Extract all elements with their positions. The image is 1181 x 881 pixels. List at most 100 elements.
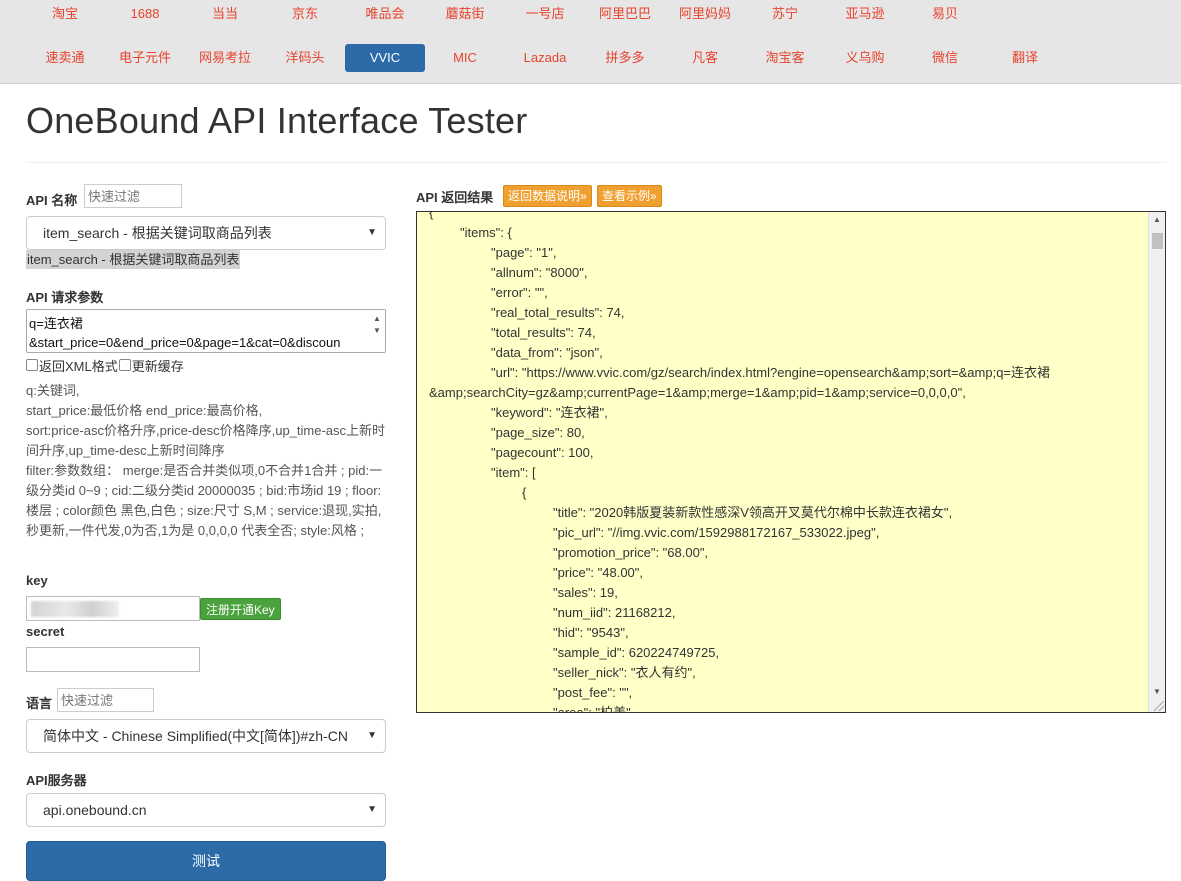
result-line: "url": "https://www.vvic.com/gz/search/i… bbox=[491, 365, 1051, 380]
result-line: "total_results": 74, bbox=[491, 325, 596, 340]
help-line: sort:price-asc价格升序,price-desc价格降序,up_tim… bbox=[26, 423, 386, 458]
result-line: "data_from": "json", bbox=[491, 345, 603, 360]
result-line: "error": "", bbox=[491, 285, 548, 300]
result-desc-button[interactable]: 返回数据说明» bbox=[503, 185, 592, 207]
chevron-down-icon: ▼ bbox=[367, 227, 377, 238]
xml-checkbox[interactable] bbox=[26, 359, 38, 371]
nav-link[interactable]: 义乌购 bbox=[825, 46, 905, 70]
help-line: filter:参数数组： merge:是否合并类似项,0不合并1合并 ; pid… bbox=[26, 463, 383, 538]
secret-input[interactable] bbox=[26, 647, 200, 672]
api-select[interactable]: item_search - 根据关键词取商品列表 ▼ bbox=[26, 216, 386, 250]
top-nav: 淘宝 1688 当当 京东 唯品会 蘑菇街 一号店 阿里巴巴 阿里妈妈 苏宁 亚马逊 易贝 速卖通 电子… bbox=[0, 0, 1181, 84]
nav-link[interactable]: 阿里妈妈 bbox=[665, 2, 745, 26]
chevron-down-icon: ▼ bbox=[367, 730, 377, 741]
view-example-button[interactable]: 查看示例» bbox=[597, 185, 662, 207]
cache-checkbox-label: 更新缓存 bbox=[131, 358, 184, 374]
params-label: API 请求参数 bbox=[26, 290, 104, 305]
key-label: key bbox=[26, 573, 48, 588]
scroll-thumb[interactable] bbox=[1152, 233, 1163, 249]
scroll-up-icon[interactable]: ▲ bbox=[1149, 212, 1165, 228]
result-line: { bbox=[522, 485, 527, 500]
chevron-down-icon: ▼ bbox=[367, 804, 377, 815]
test-submit-button[interactable]: 测试 bbox=[26, 841, 386, 881]
result-content: { "items": { "page": "1", "allnum": "8000",… bbox=[429, 211, 1147, 713]
nav-link[interactable]: 1688 bbox=[105, 2, 185, 26]
server-label: API服务器 bbox=[26, 773, 87, 788]
nav-link[interactable]: 淘宝 bbox=[25, 2, 105, 26]
language-select-value: 简体中文 - Chinese Simplified(中文[简体])#zh-CN bbox=[43, 728, 348, 744]
nav-link[interactable]: 网易考拉 bbox=[185, 46, 265, 70]
api-highlight-text: item_search - 根据关键词取商品列表 bbox=[26, 250, 241, 269]
checkbox-row: 返回XML格式 更新缓存 bbox=[26, 356, 184, 374]
divider bbox=[26, 162, 1166, 163]
api-name-label: API 名称 bbox=[26, 193, 78, 208]
resize-grip-icon[interactable] bbox=[1154, 701, 1164, 711]
nav-link[interactable]: 淘宝客 bbox=[745, 46, 825, 70]
language-filter-input[interactable] bbox=[57, 688, 154, 712]
page-title: OneBound API Interface Tester bbox=[26, 100, 528, 141]
nav-link[interactable]: 凡客 bbox=[665, 46, 745, 70]
result-textarea[interactable]: { "items": { "page": "1", "allnum": "8000",… bbox=[416, 211, 1166, 713]
result-line: "sample_id": 620224749725, bbox=[553, 645, 720, 660]
nav-link[interactable]: 一号店 bbox=[505, 2, 585, 26]
nav-link[interactable]: MIC bbox=[425, 46, 505, 70]
result-line: "pic_url": "//img.vvic.com/1592988172167… bbox=[553, 525, 880, 540]
nav-link[interactable]: 阿里巴巴 bbox=[585, 2, 665, 26]
result-line: "pagecount": 100, bbox=[491, 445, 594, 460]
nav-link[interactable]: 当当 bbox=[185, 2, 265, 26]
result-label: API 返回结果 bbox=[416, 190, 494, 205]
result-line: "items": { bbox=[460, 225, 512, 240]
result-line: "item": [ bbox=[491, 465, 536, 480]
server-select-value: api.onebound.cn bbox=[43, 802, 147, 818]
language-label: 语言 bbox=[26, 696, 53, 711]
scroll-down-icon: ▼ bbox=[373, 326, 381, 335]
api-filter-input[interactable] bbox=[84, 184, 182, 208]
result-line: "seller_nick": "衣人有约", bbox=[553, 665, 696, 680]
key-value-blurred bbox=[31, 601, 119, 617]
nav-link[interactable]: 京东 bbox=[265, 2, 345, 26]
nav-link[interactable]: 速卖通 bbox=[25, 46, 105, 70]
secret-label: secret bbox=[26, 624, 65, 639]
register-key-button[interactable]: 注册开通Key bbox=[200, 598, 281, 620]
result-line: "keyword": "连衣裙", bbox=[491, 405, 608, 420]
language-select[interactable]: 简体中文 - Chinese Simplified(中文[简体])#zh-CN … bbox=[26, 719, 386, 753]
nav-link[interactable]: 蘑菇街 bbox=[425, 2, 505, 26]
nav-link[interactable]: 翻译 bbox=[985, 46, 1065, 70]
nav-link[interactable]: 电子元件 bbox=[105, 46, 185, 70]
result-line: { bbox=[429, 211, 434, 220]
nav-link[interactable]: VVIC bbox=[345, 44, 425, 72]
help-line: q:关键词, bbox=[26, 383, 80, 398]
result-line: "allnum": "8000", bbox=[491, 265, 588, 280]
result-line: "sales": 19, bbox=[553, 585, 618, 600]
scroll-down-icon[interactable]: ▼ bbox=[1149, 684, 1165, 700]
nav-link[interactable]: 微信 bbox=[905, 46, 985, 70]
result-line: "page": "1", bbox=[491, 245, 557, 260]
params-scrollbar[interactable]: ▲ ▼ bbox=[371, 313, 383, 349]
nav-link[interactable]: 拼多多 bbox=[585, 46, 665, 70]
result-line: "page_size": 80, bbox=[491, 425, 585, 440]
nav-link[interactable]: 亚马逊 bbox=[825, 2, 905, 26]
key-input[interactable] bbox=[26, 596, 200, 621]
params-line-2: &start_price=0&end_price=0&page=1&cat=0&… bbox=[29, 335, 341, 350]
nav-link[interactable]: Lazada bbox=[505, 46, 585, 70]
params-line-1: q=连衣裙 bbox=[29, 316, 83, 331]
result-line: "title": "2020韩版夏装新款性感深V领高开叉莫代尔棉中长款连衣裙女"… bbox=[553, 505, 953, 520]
result-scrollbar[interactable]: ▲ ▼ bbox=[1148, 212, 1165, 712]
help-line: start_price:最低价格 end_price:最高价格, bbox=[26, 403, 263, 418]
result-line: "area": "柏美" bbox=[553, 705, 631, 713]
nav-link[interactable]: 易贝 bbox=[905, 2, 985, 26]
result-line: "post_fee": "", bbox=[553, 685, 633, 700]
server-select[interactable]: api.onebound.cn ▼ bbox=[26, 793, 386, 827]
result-line: "hid": "9543", bbox=[553, 625, 629, 640]
api-select-value: item_search - 根据关键词取商品列表 bbox=[43, 225, 272, 241]
params-help: q:关键词, start_price:最低价格 end_price:最高价格, … bbox=[26, 381, 388, 541]
nav-link[interactable]: 苏宁 bbox=[745, 2, 825, 26]
params-textarea[interactable]: q=连衣裙 &start_price=0&end_price=0&page=1&… bbox=[26, 309, 386, 353]
cache-checkbox[interactable] bbox=[118, 359, 131, 371]
nav-link[interactable]: 唯品会 bbox=[345, 2, 425, 26]
result-line: "promotion_price": "68.00", bbox=[553, 545, 709, 560]
result-line: "num_iid": 21168212, bbox=[553, 605, 676, 620]
scroll-up-icon: ▲ bbox=[373, 314, 381, 323]
nav-link[interactable]: 洋码头 bbox=[265, 46, 345, 70]
result-line: "real_total_results": 74, bbox=[491, 305, 625, 320]
